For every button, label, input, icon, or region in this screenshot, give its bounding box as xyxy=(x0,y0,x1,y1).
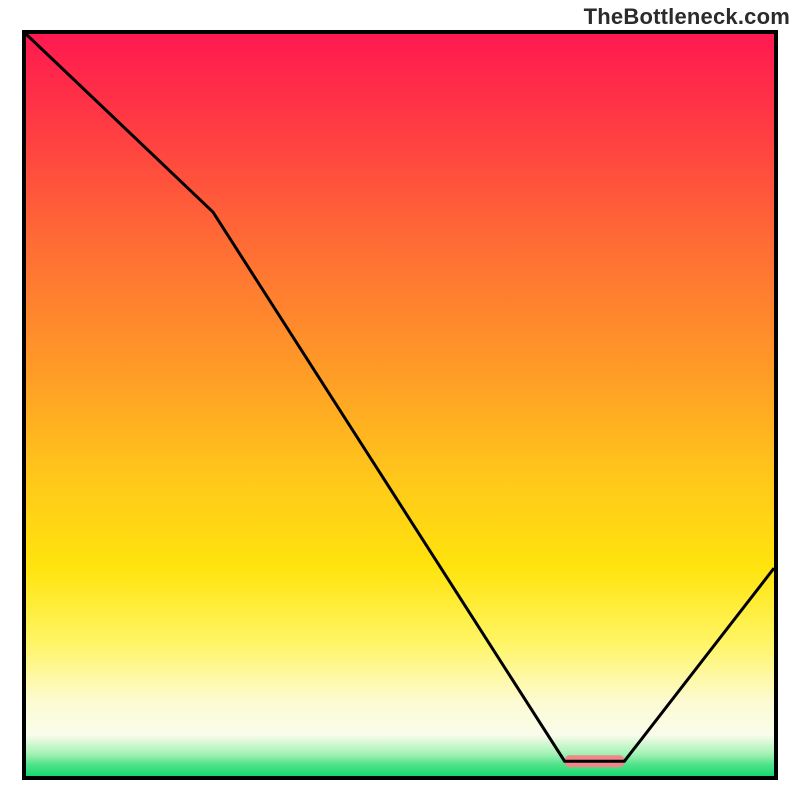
plot-area xyxy=(26,34,774,776)
chart-svg xyxy=(0,0,800,800)
heat-background xyxy=(26,34,774,776)
chart-container: TheBottleneck.com xyxy=(0,0,800,800)
